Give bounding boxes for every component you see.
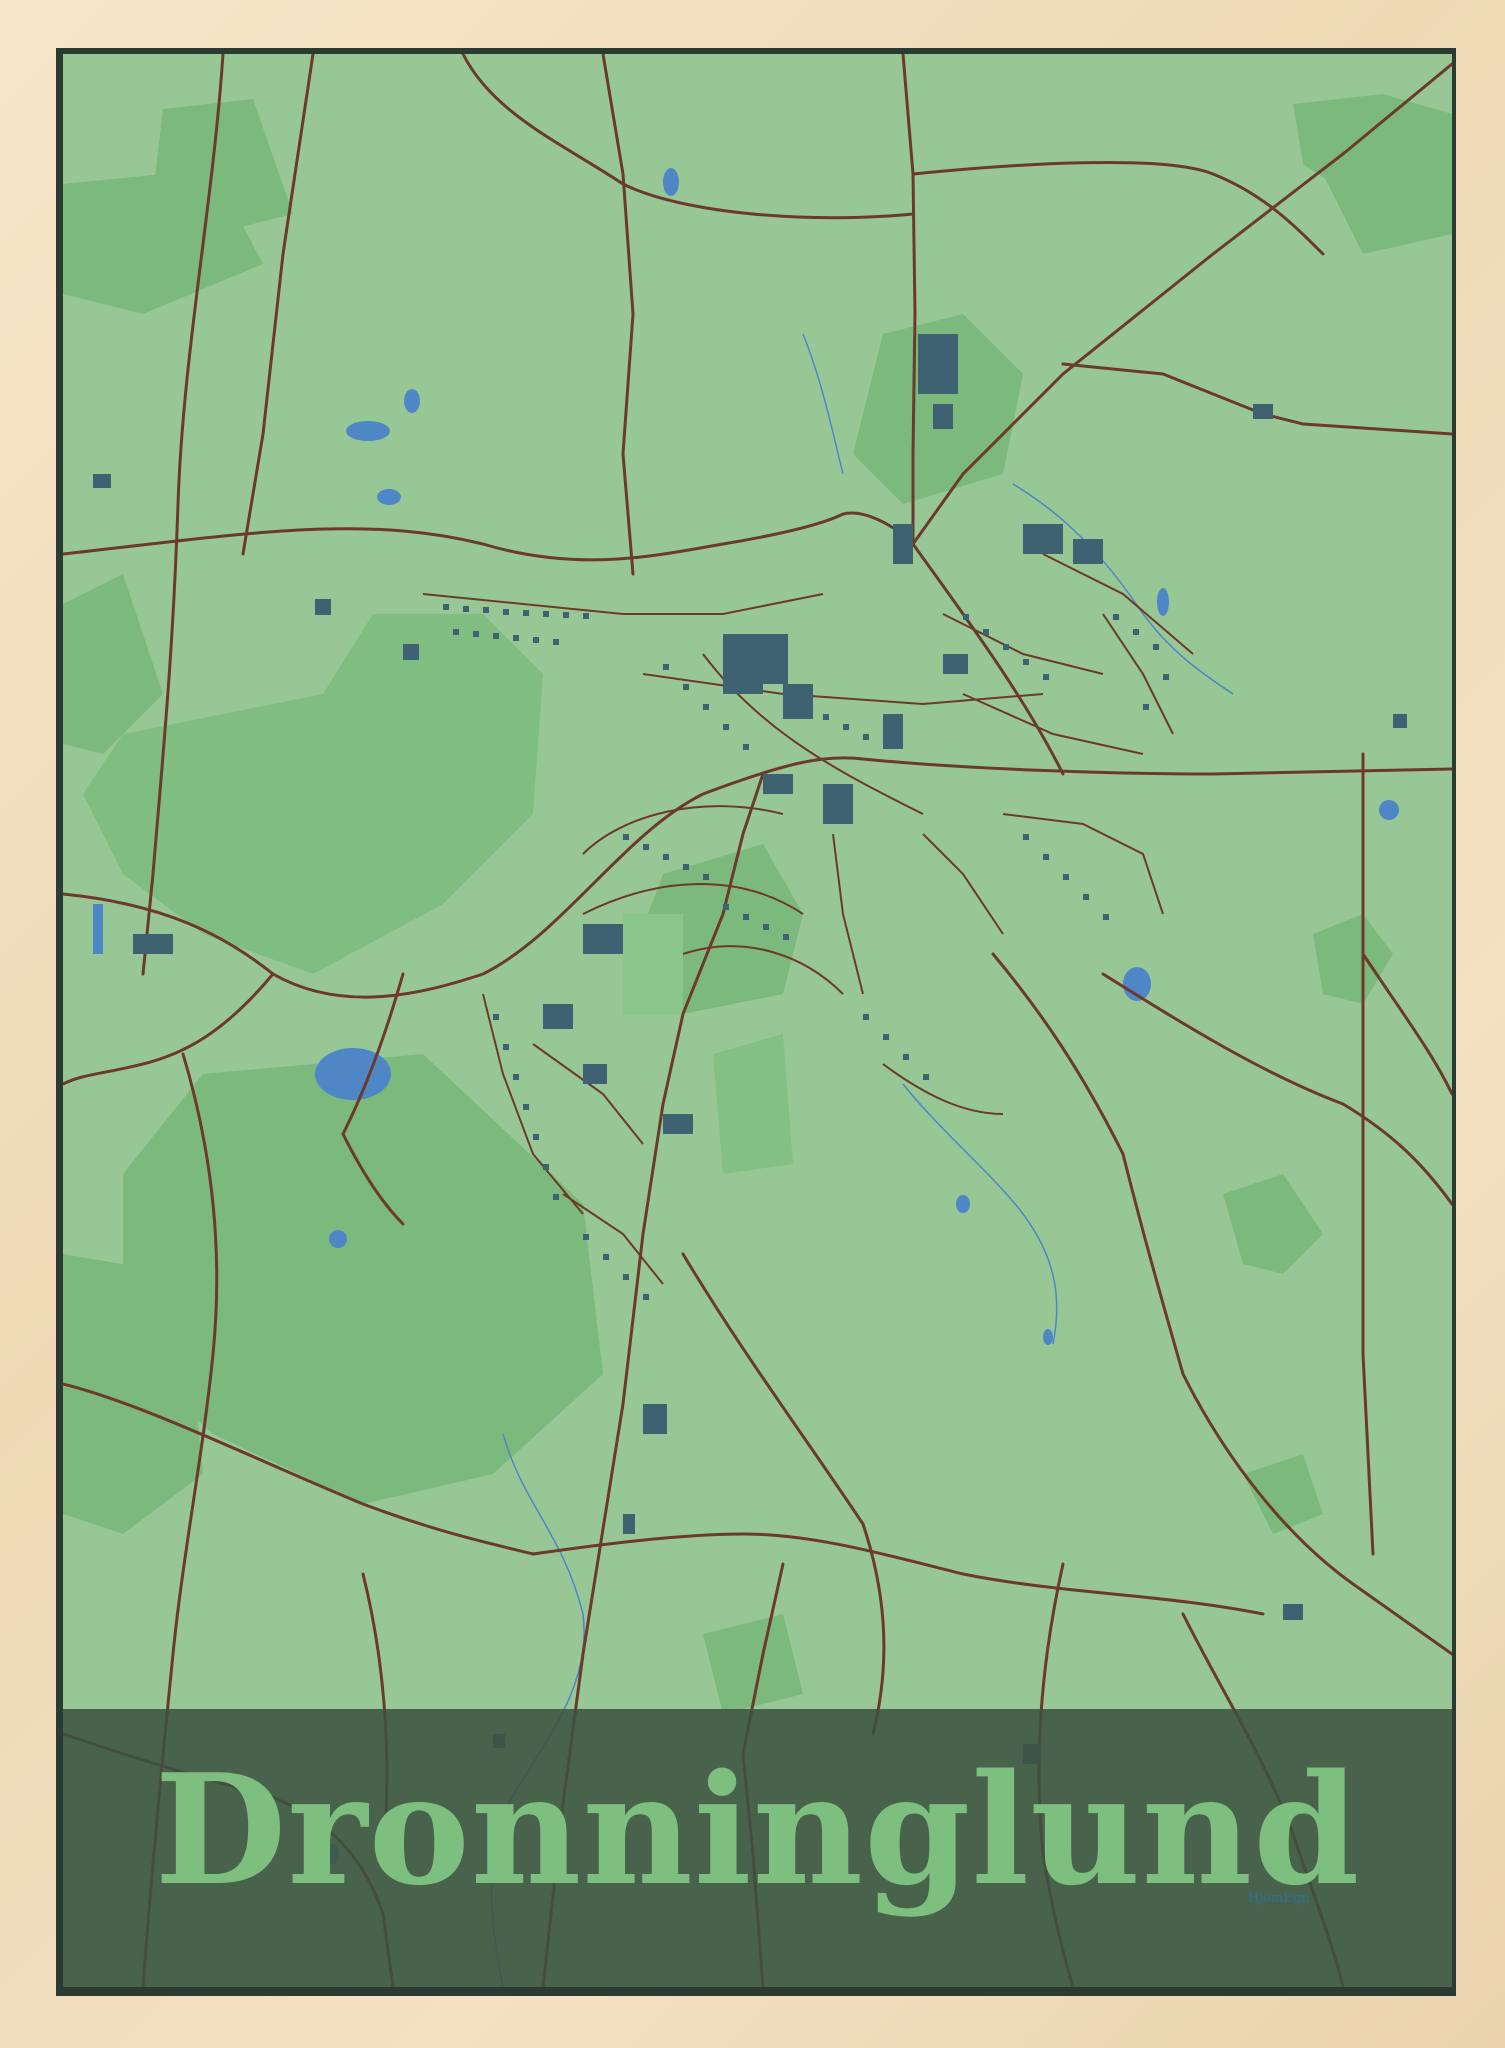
poster-title: Dronninglund <box>154 1740 1361 1919</box>
water-bodies <box>93 168 1399 1864</box>
brand-logo: HjemEgn <box>1248 1891 1310 1906</box>
map-canvas <box>63 54 1452 1987</box>
map-poster: Dronninglund HjemEgn <box>63 54 1452 1987</box>
